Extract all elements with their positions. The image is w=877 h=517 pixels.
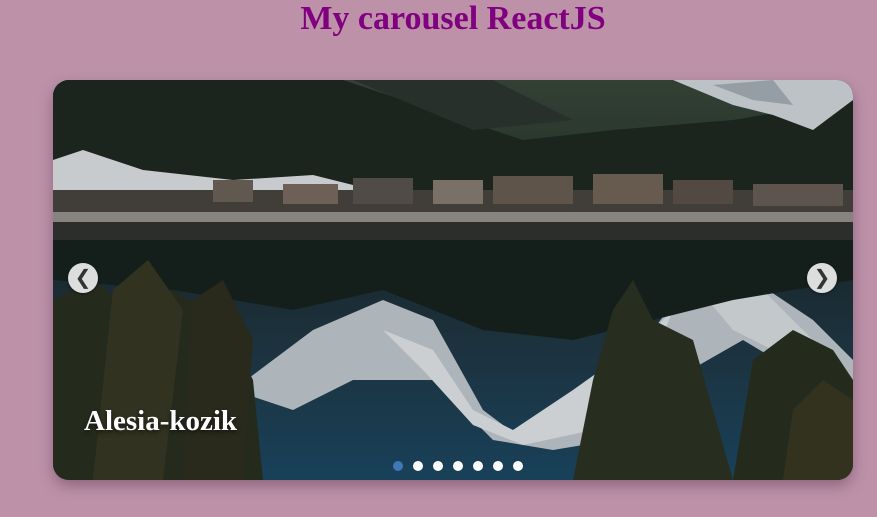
slide-dot[interactable]	[433, 461, 443, 471]
next-slide-button[interactable]: ❯	[807, 263, 837, 293]
slide-dot[interactable]	[393, 461, 403, 471]
slide-dot[interactable]	[513, 461, 523, 471]
image-carousel: ❮ ❯ Alesia-kozik	[53, 80, 853, 480]
slide-dot[interactable]	[473, 461, 483, 471]
chevron-left-icon: ❮	[74, 265, 92, 289]
prev-slide-button[interactable]: ❮	[68, 263, 98, 293]
chevron-right-icon: ❯	[813, 265, 831, 289]
page-title: My carousel ReactJS	[300, 0, 606, 37]
slide-indicators	[393, 461, 523, 471]
slide-dot[interactable]	[453, 461, 463, 471]
slide-dot[interactable]	[493, 461, 503, 471]
slide-dot[interactable]	[413, 461, 423, 471]
slide-caption: Alesia-kozik	[84, 405, 238, 437]
